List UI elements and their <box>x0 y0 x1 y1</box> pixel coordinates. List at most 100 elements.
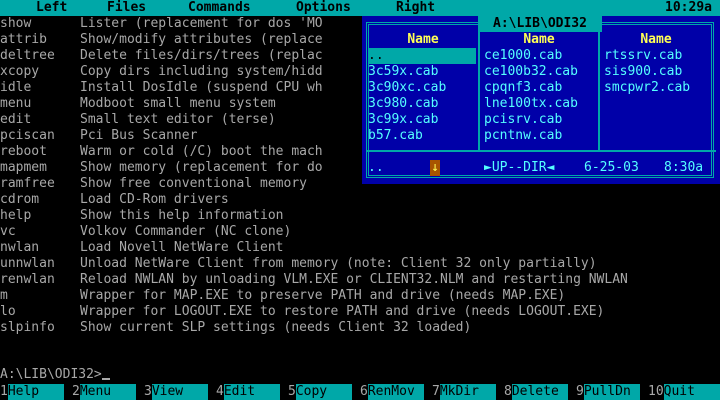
listing-cmd: slpinfo <box>0 320 55 335</box>
fkey-label: MkDir <box>439 384 496 400</box>
menu-options[interactable]: Options <box>296 0 351 16</box>
top-menu-bar: Left Files Commands Options Right 10:29a <box>0 0 720 16</box>
listing-desc: Show/modify attributes (replace <box>80 32 323 47</box>
fkey-label: Help <box>7 384 64 400</box>
fkey-view[interactable]: 3View <box>144 384 208 400</box>
fkey-label: PullDn <box>583 384 640 400</box>
file-entry[interactable]: 3c90xc.cab <box>368 80 446 96</box>
fkey-number: 7 <box>432 384 440 400</box>
file-entry[interactable]: pcntnw.cab <box>484 128 562 144</box>
text-cursor <box>101 378 110 380</box>
fkey-renmov[interactable]: 6RenMov <box>360 384 424 400</box>
listing-desc: Show free conventional memory <box>80 176 307 191</box>
listing-cmd: xcopy <box>0 64 40 79</box>
menu-left[interactable]: Left <box>36 0 67 16</box>
listing-cmd: nwlan <box>0 240 40 255</box>
listing-cmd: pciscan <box>0 128 55 143</box>
fkey-number: 1 <box>0 384 8 400</box>
listing-desc: Install DosIdle (suspend CPU wh <box>80 80 323 95</box>
listing-desc: Show memory (replacement for do <box>80 160 323 175</box>
file-entry[interactable]: 3c99x.cab <box>368 112 438 128</box>
file-entry[interactable]: ce100b32.cab <box>484 64 578 80</box>
fkey-number: 9 <box>576 384 584 400</box>
file-entry-selected[interactable]: .. <box>368 48 476 64</box>
fkey-number: 5 <box>288 384 296 400</box>
down-arrow-icon: ↓ <box>430 160 440 176</box>
menu-right[interactable]: Right <box>396 0 435 16</box>
fkey-label: Edit <box>223 384 280 400</box>
file-entry[interactable]: sis900.cab <box>604 64 682 80</box>
fkey-label: RenMov <box>367 384 424 400</box>
listing-desc: Wrapper for MAP.EXE to preserve PATH and… <box>80 288 566 303</box>
fkey-label: Menu <box>79 384 136 400</box>
fkey-help[interactable]: 1Help <box>0 384 64 400</box>
column-divider <box>478 32 480 150</box>
fkey-number: 10 <box>648 384 664 400</box>
prompt-path: A:\LIB\ODI32> <box>0 367 102 382</box>
column-header-name: Name <box>640 32 672 47</box>
file-entry[interactable]: rtssrv.cab <box>604 48 682 64</box>
fkey-label: Delete <box>511 384 568 400</box>
listing-desc: Load Novell NetWare Client <box>80 240 284 255</box>
listing-desc: Load CD-Rom drivers <box>80 192 229 207</box>
menu-commands[interactable]: Commands <box>188 0 251 16</box>
status-time: 8:30a <box>664 160 704 175</box>
file-entry[interactable]: b57.cab <box>368 128 423 144</box>
listing-desc: Wrapper for LOGOUT.EXE to restore PATH a… <box>80 304 605 319</box>
column-header-name: Name <box>407 32 439 47</box>
file-entry[interactable]: pcisrv.cab <box>484 112 562 128</box>
status-filename: .. <box>368 160 384 175</box>
listing-desc: Delete files/dirs/trees (replac <box>80 48 323 63</box>
listing-desc: Copy dirs including system/hidd <box>80 64 323 79</box>
fkey-edit[interactable]: 4Edit <box>216 384 280 400</box>
listing-cmd: reboot <box>0 144 47 159</box>
file-entry[interactable]: cpqnf3.cab <box>484 80 562 96</box>
listing-desc: Small text editor (terse) <box>80 112 276 127</box>
file-entry[interactable]: ce1000.cab <box>484 48 562 64</box>
fkey-pulldn[interactable]: 9PullDn <box>576 384 640 400</box>
file-entry[interactable]: 3c980.cab <box>368 96 438 112</box>
listing-desc: Reload NWLAN by unloading VLM.EXE or CLI… <box>80 272 628 287</box>
function-key-bar: 1Help 2Menu 3View 4Edit 5Copy 6RenMov 7M… <box>0 384 720 400</box>
file-entry[interactable]: smcpwr2.cab <box>604 80 690 96</box>
listing-cmd: show <box>0 16 32 31</box>
listing-cmd: vc <box>0 224 16 239</box>
listing-desc: Show current SLP settings (needs Client … <box>80 320 472 335</box>
listing-cmd: mapmem <box>0 160 47 175</box>
fkey-number: 6 <box>360 384 368 400</box>
clock: 10:29a <box>665 0 712 15</box>
file-panel[interactable]: A:\LIB\ODI32 Name Name Name .. 3c59x.cab… <box>362 16 720 184</box>
listing-cmd: renwlan <box>0 272 55 287</box>
listing-desc: Volkov Commander (NC clone) <box>80 224 292 239</box>
file-entry[interactable]: 3c59x.cab <box>368 64 438 80</box>
fkey-label: View <box>151 384 208 400</box>
menu-files[interactable]: Files <box>107 0 146 16</box>
listing-cmd: idle <box>0 80 32 95</box>
listing-desc: Pci Bus Scanner <box>80 128 198 143</box>
fkey-quit[interactable]: 10Quit <box>648 384 720 400</box>
file-entry[interactable]: lne100tx.cab <box>484 96 578 112</box>
status-date: 6-25-03 <box>584 160 639 175</box>
fkey-menu[interactable]: 2Menu <box>72 384 136 400</box>
listing-cmd: edit <box>0 112 32 127</box>
fkey-number: 4 <box>216 384 224 400</box>
listing-cmd: cdrom <box>0 192 40 207</box>
listing-desc: Lister (replacement for dos 'MO <box>80 16 323 31</box>
status-divider <box>366 150 716 152</box>
fkey-copy[interactable]: 5Copy <box>288 384 352 400</box>
column-header-name: Name <box>523 32 555 47</box>
listing-desc: Warm or cold (/C) boot the mach <box>80 144 323 159</box>
command-prompt[interactable]: A:\LIB\ODI32> <box>0 367 110 383</box>
column-divider <box>598 32 600 150</box>
listing-cmd: ramfree <box>0 176 55 191</box>
fkey-number: 2 <box>72 384 80 400</box>
fkey-label: Quit <box>663 384 720 400</box>
fkey-delete[interactable]: 8Delete <box>504 384 568 400</box>
fkey-mkdir[interactable]: 7MkDir <box>432 384 496 400</box>
panel-title: A:\LIB\ODI32 <box>478 16 602 32</box>
listing-cmd: deltree <box>0 48 55 63</box>
listing-cmd: lo <box>0 304 16 319</box>
listing-cmd: menu <box>0 96 32 111</box>
listing-cmd: help <box>0 208 32 223</box>
listing-desc: Show this help information <box>80 208 284 223</box>
